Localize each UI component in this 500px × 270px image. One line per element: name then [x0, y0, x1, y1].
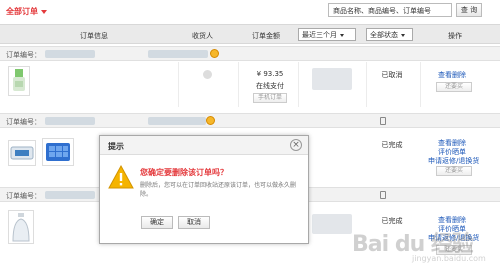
order-time-blurred	[312, 68, 352, 90]
order-filter-label: 全部订单	[6, 7, 38, 16]
order-number-blurred	[45, 117, 95, 125]
close-icon[interactable]: ×	[290, 139, 302, 151]
dialog-question: 您确定要删除该订单吗？	[140, 168, 228, 177]
chevron-down-icon	[41, 9, 47, 14]
delete-order-link[interactable]: 删除	[452, 70, 466, 80]
order-status: 已取消	[381, 71, 403, 79]
order-filter-dropdown[interactable]: 全部订单	[6, 6, 47, 17]
confirm-button[interactable]: 确定	[141, 216, 173, 229]
baidu-watermark: Bai du 经验 jingyan.baidu.com	[352, 226, 492, 266]
buy-again-button[interactable]: 还要买	[436, 166, 472, 176]
order-number-label: 订单编号：	[6, 192, 41, 200]
dialog-header: 提示 ×	[100, 136, 308, 155]
dialog-description: 删除后，您可以在订单回收站还原该订单，也可以做永久删除。	[140, 182, 297, 198]
column-divider	[178, 62, 179, 107]
order-number-blurred	[45, 50, 95, 58]
column-divider	[420, 62, 421, 107]
order-number-blurred	[45, 191, 95, 199]
shop-name-blurred	[148, 50, 208, 58]
order-group-header: 订单编号：	[0, 113, 500, 128]
shop-name-blurred	[148, 117, 206, 125]
dialog-title: 提示	[108, 142, 124, 151]
phone-icon	[380, 191, 386, 199]
time-filter-select[interactable]: 最近三个月	[298, 28, 356, 41]
order-group-header: 订单编号：	[0, 46, 500, 61]
column-divider	[366, 62, 367, 107]
col-operations: 操作	[448, 32, 462, 40]
watermark-sub: jingyan.baidu.com	[412, 254, 486, 263]
status-filter-value: 全部状态	[370, 31, 398, 39]
shop-coin-icon	[210, 49, 219, 58]
top-bar: 全部订单 商品名称、商品编号、订单编号 查 询	[0, 0, 500, 22]
time-filter-value: 最近三个月	[302, 31, 337, 39]
shop-coin-icon	[206, 116, 215, 125]
buy-again-button[interactable]: 还要买	[436, 82, 472, 92]
search-placeholder: 商品名称、商品编号、订单编号	[333, 7, 431, 15]
column-divider	[298, 62, 299, 107]
warning-icon	[108, 165, 134, 189]
column-divider	[238, 62, 239, 107]
product-thumbnail[interactable]	[8, 66, 30, 96]
order-number-label: 订单编号：	[6, 51, 41, 59]
status-filter-select[interactable]: 全部状态	[366, 28, 413, 41]
col-recipient: 收货人	[192, 32, 213, 40]
col-order-info: 订单信息	[80, 32, 108, 40]
phone-icon	[380, 117, 386, 125]
order-status: 已完成	[381, 141, 403, 149]
cancel-button[interactable]: 取消	[178, 216, 210, 229]
search-button[interactable]: 查 询	[456, 3, 482, 17]
product-thumbnail[interactable]	[42, 138, 74, 166]
mobile-order-badge: 手机订单	[253, 93, 287, 103]
order-status: 已完成	[381, 217, 403, 225]
search-input[interactable]: 商品名称、商品编号、订单编号	[328, 3, 452, 17]
order-number-label: 订单编号：	[6, 118, 41, 126]
order-price: ¥ 93.35	[256, 70, 284, 78]
table-header: 订单信息 收货人 订单金额 最近三个月 全部状态 操作	[0, 24, 500, 44]
recipient-avatar	[203, 70, 212, 79]
chevron-down-icon	[401, 33, 405, 37]
product-thumbnail[interactable]	[8, 140, 36, 166]
payment-method: 在线支付	[256, 82, 284, 90]
order-time-blurred	[312, 214, 352, 234]
chevron-down-icon	[340, 33, 344, 37]
product-thumbnail[interactable]	[8, 210, 34, 244]
delete-confirm-dialog: 提示 × 您确定要删除该订单吗？ 删除后，您可以在订单回收站还原该订单，也可以做…	[99, 135, 309, 244]
view-order-link[interactable]: 查看	[438, 70, 452, 80]
col-amount: 订单金额	[252, 32, 280, 40]
return-request-link[interactable]: 申请返修/退换货	[428, 156, 479, 166]
